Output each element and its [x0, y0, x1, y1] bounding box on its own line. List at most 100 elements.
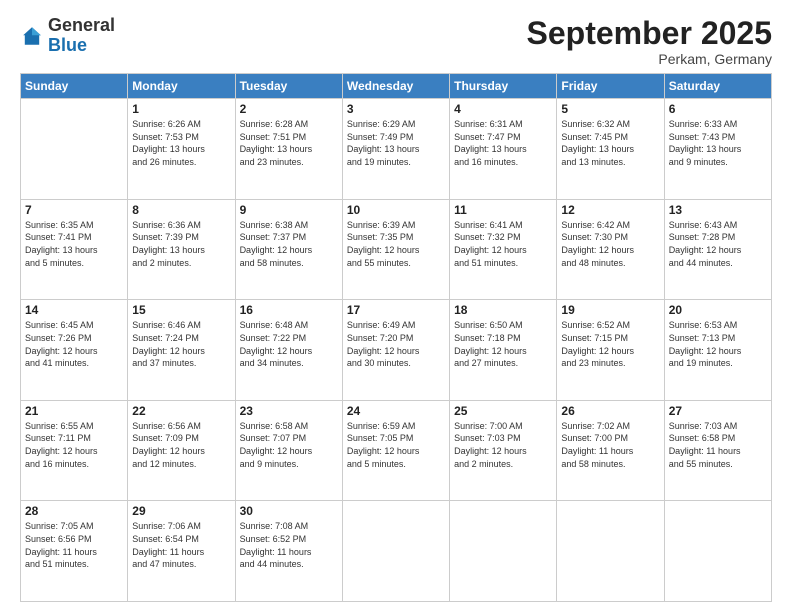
- day-number: 5: [561, 102, 659, 116]
- day-number: 13: [669, 203, 767, 217]
- day-info: Sunrise: 6:36 AMSunset: 7:39 PMDaylight:…: [132, 219, 230, 269]
- day-info: Sunrise: 6:55 AMSunset: 7:11 PMDaylight:…: [25, 420, 123, 470]
- table-row: 8 Sunrise: 6:36 AMSunset: 7:39 PMDaylight…: [128, 199, 235, 300]
- col-sunday: Sunday: [21, 74, 128, 99]
- day-info: Sunrise: 6:39 AMSunset: 7:35 PMDaylight:…: [347, 219, 445, 269]
- day-info: Sunrise: 6:29 AMSunset: 7:49 PMDaylight:…: [347, 118, 445, 168]
- table-row: 18 Sunrise: 6:50 AMSunset: 7:18 PMDayligh…: [450, 300, 557, 401]
- day-info: Sunrise: 6:35 AMSunset: 7:41 PMDaylight:…: [25, 219, 123, 269]
- day-number: 8: [132, 203, 230, 217]
- table-row: 12 Sunrise: 6:42 AMSunset: 7:30 PMDayligh…: [557, 199, 664, 300]
- day-number: 28: [25, 504, 123, 518]
- day-info: Sunrise: 7:08 AMSunset: 6:52 PMDaylight:…: [240, 520, 338, 570]
- col-friday: Friday: [557, 74, 664, 99]
- logo: General Blue: [20, 16, 115, 56]
- table-row: 21 Sunrise: 6:55 AMSunset: 7:11 PMDayligh…: [21, 400, 128, 501]
- day-number: 15: [132, 303, 230, 317]
- day-info: Sunrise: 6:58 AMSunset: 7:07 PMDaylight:…: [240, 420, 338, 470]
- col-saturday: Saturday: [664, 74, 771, 99]
- logo-general: General: [48, 15, 115, 35]
- col-thursday: Thursday: [450, 74, 557, 99]
- day-number: 14: [25, 303, 123, 317]
- day-info: Sunrise: 6:32 AMSunset: 7:45 PMDaylight:…: [561, 118, 659, 168]
- day-info: Sunrise: 6:59 AMSunset: 7:05 PMDaylight:…: [347, 420, 445, 470]
- table-row: 9 Sunrise: 6:38 AMSunset: 7:37 PMDaylight…: [235, 199, 342, 300]
- logo-icon: [20, 24, 44, 48]
- day-number: 9: [240, 203, 338, 217]
- day-number: 16: [240, 303, 338, 317]
- table-row: [450, 501, 557, 602]
- day-info: Sunrise: 7:05 AMSunset: 6:56 PMDaylight:…: [25, 520, 123, 570]
- day-info: Sunrise: 6:48 AMSunset: 7:22 PMDaylight:…: [240, 319, 338, 369]
- day-info: Sunrise: 6:31 AMSunset: 7:47 PMDaylight:…: [454, 118, 552, 168]
- table-row: 19 Sunrise: 6:52 AMSunset: 7:15 PMDayligh…: [557, 300, 664, 401]
- table-row: 25Sunrise: 7:00 AMSunset: 7:03 PMDayligh…: [450, 400, 557, 501]
- day-info: Sunrise: 7:02 AMSunset: 7:00 PMDaylight:…: [561, 420, 659, 470]
- day-number: 11: [454, 203, 552, 217]
- col-monday: Monday: [128, 74, 235, 99]
- table-row: 16 Sunrise: 6:48 AMSunset: 7:22 PMDayligh…: [235, 300, 342, 401]
- table-row: 23 Sunrise: 6:58 AMSunset: 7:07 PMDayligh…: [235, 400, 342, 501]
- day-number: 2: [240, 102, 338, 116]
- table-row: 1 Sunrise: 6:26 AMSunset: 7:53 PMDaylight…: [128, 99, 235, 200]
- day-info: Sunrise: 6:41 AMSunset: 7:32 PMDaylight:…: [454, 219, 552, 269]
- day-number: 24: [347, 404, 445, 418]
- day-number: 19: [561, 303, 659, 317]
- day-info: Sunrise: 6:43 AMSunset: 7:28 PMDaylight:…: [669, 219, 767, 269]
- table-row: 30 Sunrise: 7:08 AMSunset: 6:52 PMDayligh…: [235, 501, 342, 602]
- day-number: 23: [240, 404, 338, 418]
- day-number: 21: [25, 404, 123, 418]
- day-number: 27: [669, 404, 767, 418]
- day-info: Sunrise: 7:00 AMSunset: 7:03 PMDaylight:…: [454, 420, 552, 470]
- table-row: 11 Sunrise: 6:41 AMSunset: 7:32 PMDayligh…: [450, 199, 557, 300]
- day-number: 18: [454, 303, 552, 317]
- table-row: 5 Sunrise: 6:32 AMSunset: 7:45 PMDaylight…: [557, 99, 664, 200]
- table-row: 27 Sunrise: 7:03 AMSunset: 6:58 PMDayligh…: [664, 400, 771, 501]
- table-row: 7 Sunrise: 6:35 AMSunset: 7:41 PMDaylight…: [21, 199, 128, 300]
- table-row: 20 Sunrise: 6:53 AMSunset: 7:13 PMDayligh…: [664, 300, 771, 401]
- month-title: September 2025: [527, 16, 772, 51]
- day-number: 30: [240, 504, 338, 518]
- day-info: Sunrise: 6:38 AMSunset: 7:37 PMDaylight:…: [240, 219, 338, 269]
- day-number: 29: [132, 504, 230, 518]
- table-row: 26 Sunrise: 7:02 AMSunset: 7:00 PMDayligh…: [557, 400, 664, 501]
- day-number: 7: [25, 203, 123, 217]
- table-row: 3 Sunrise: 6:29 AMSunset: 7:49 PMDaylight…: [342, 99, 449, 200]
- day-info: Sunrise: 6:26 AMSunset: 7:53 PMDaylight:…: [132, 118, 230, 168]
- table-row: 22Sunrise: 6:56 AMSunset: 7:09 PMDayligh…: [128, 400, 235, 501]
- day-number: 3: [347, 102, 445, 116]
- table-row: [557, 501, 664, 602]
- table-row: 6 Sunrise: 6:33 AMSunset: 7:43 PMDaylight…: [664, 99, 771, 200]
- title-block: September 2025 Perkam, Germany: [527, 16, 772, 67]
- table-row: 15Sunrise: 6:46 AMSunset: 7:24 PMDayligh…: [128, 300, 235, 401]
- day-number: 26: [561, 404, 659, 418]
- table-row: 13 Sunrise: 6:43 AMSunset: 7:28 PMDayligh…: [664, 199, 771, 300]
- day-number: 20: [669, 303, 767, 317]
- day-info: Sunrise: 6:53 AMSunset: 7:13 PMDaylight:…: [669, 319, 767, 369]
- day-info: Sunrise: 6:28 AMSunset: 7:51 PMDaylight:…: [240, 118, 338, 168]
- col-wednesday: Wednesday: [342, 74, 449, 99]
- day-info: Sunrise: 6:50 AMSunset: 7:18 PMDaylight:…: [454, 319, 552, 369]
- header: General Blue September 2025 Perkam, Germ…: [20, 16, 772, 67]
- calendar-header-row: Sunday Monday Tuesday Wednesday Thursday…: [21, 74, 772, 99]
- day-number: 12: [561, 203, 659, 217]
- day-info: Sunrise: 7:03 AMSunset: 6:58 PMDaylight:…: [669, 420, 767, 470]
- day-number: 10: [347, 203, 445, 217]
- day-number: 6: [669, 102, 767, 116]
- table-row: 24 Sunrise: 6:59 AMSunset: 7:05 PMDayligh…: [342, 400, 449, 501]
- table-row: 28 Sunrise: 7:05 AMSunset: 6:56 PMDayligh…: [21, 501, 128, 602]
- location: Perkam, Germany: [527, 51, 772, 67]
- page: General Blue September 2025 Perkam, Germ…: [0, 0, 792, 612]
- col-tuesday: Tuesday: [235, 74, 342, 99]
- day-number: 4: [454, 102, 552, 116]
- table-row: 29Sunrise: 7:06 AMSunset: 6:54 PMDayligh…: [128, 501, 235, 602]
- day-number: 1: [132, 102, 230, 116]
- day-info: Sunrise: 6:52 AMSunset: 7:15 PMDaylight:…: [561, 319, 659, 369]
- table-row: 10 Sunrise: 6:39 AMSunset: 7:35 PMDayligh…: [342, 199, 449, 300]
- day-info: Sunrise: 6:45 AMSunset: 7:26 PMDaylight:…: [25, 319, 123, 369]
- day-number: 17: [347, 303, 445, 317]
- table-row: 2 Sunrise: 6:28 AMSunset: 7:51 PMDaylight…: [235, 99, 342, 200]
- day-info: Sunrise: 6:42 AMSunset: 7:30 PMDaylight:…: [561, 219, 659, 269]
- day-info: Sunrise: 6:33 AMSunset: 7:43 PMDaylight:…: [669, 118, 767, 168]
- table-row: 14 Sunrise: 6:45 AMSunset: 7:26 PMDayligh…: [21, 300, 128, 401]
